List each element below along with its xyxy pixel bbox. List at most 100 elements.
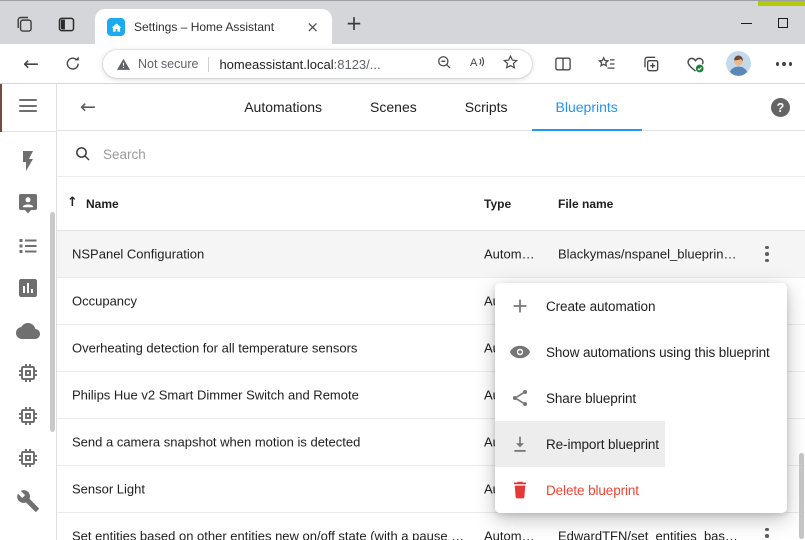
refresh-button[interactable] xyxy=(62,53,84,75)
table-row[interactable]: NSPanel Configuration Autom… Blackymas/n… xyxy=(57,231,805,278)
split-screen-button[interactable] xyxy=(552,53,574,75)
sort-ascending-icon[interactable]: ↑ xyxy=(67,195,78,210)
tab-scripts[interactable]: Scripts xyxy=(441,84,532,131)
plus-icon xyxy=(509,295,531,317)
browser-toolbar: ← Not secure homeassistant.local:8123/..… xyxy=(0,44,805,84)
menu-item-reimport-blueprint[interactable]: Re-import blueprint xyxy=(495,421,665,467)
maximize-button[interactable] xyxy=(772,12,794,34)
row-name: Sensor Light xyxy=(72,482,145,497)
menu-item-delete-blueprint[interactable]: Delete blueprint xyxy=(495,467,645,513)
help-button[interactable]: ? xyxy=(771,98,790,117)
minimize-icon xyxy=(741,23,752,24)
trash-icon xyxy=(509,479,531,501)
url-divider xyxy=(208,57,209,72)
window-edge-artifact xyxy=(0,84,2,132)
not-secure-warning-icon xyxy=(116,57,131,72)
home-assistant-favicon-icon xyxy=(107,18,125,36)
sidebar-item-energy[interactable] xyxy=(16,149,40,173)
new-tab-button[interactable]: + xyxy=(341,10,367,36)
avatar-photo xyxy=(726,51,751,76)
sidebar-item-chip-1[interactable] xyxy=(16,361,40,385)
not-secure-label: Not secure xyxy=(138,57,198,71)
menu-item-show-automations[interactable]: Show automations using this blueprint xyxy=(495,329,776,375)
tab-scenes[interactable]: Scenes xyxy=(346,84,441,131)
collections-add-icon xyxy=(641,54,661,74)
row-name: NSPanel Configuration xyxy=(72,247,204,262)
arrow-left-icon: ← xyxy=(23,55,39,74)
row-context-menu: Create automation Show automations using… xyxy=(495,283,787,513)
column-header-type[interactable]: Type xyxy=(484,197,511,211)
zoom-out-button[interactable] xyxy=(435,53,454,75)
sidebar-item-chip-2[interactable] xyxy=(16,404,40,428)
nav-tabs: Automations Scenes Scripts Blueprints xyxy=(57,84,805,131)
url-host: homeassistant.local xyxy=(219,57,333,72)
more-vertical-icon xyxy=(765,528,769,540)
row-name: Send a camera snapshot when motion is de… xyxy=(72,435,360,450)
more-horizontal-icon xyxy=(776,62,793,66)
more-vertical-icon xyxy=(765,246,769,263)
help-icon: ? xyxy=(777,101,785,115)
column-header-file[interactable]: File name xyxy=(558,197,613,211)
menu-item-share-blueprint[interactable]: Share blueprint xyxy=(495,375,642,421)
tab-title: Settings – Home Assistant xyxy=(134,20,301,34)
maximize-icon xyxy=(778,18,788,28)
row-name: Overheating detection for all temperatur… xyxy=(72,341,357,356)
wrench-icon xyxy=(16,489,40,513)
collections-button[interactable] xyxy=(640,53,662,75)
favorite-star-button[interactable] xyxy=(501,53,520,75)
history-chart-icon xyxy=(16,276,40,300)
search-row xyxy=(57,132,805,177)
sidebar-item-chip-3[interactable] xyxy=(16,446,40,470)
lightning-icon xyxy=(16,149,40,173)
cloud-icon xyxy=(16,319,40,343)
sidebar-item-map[interactable] xyxy=(16,191,40,215)
chip-icon xyxy=(16,361,40,385)
split-screen-icon xyxy=(553,54,573,74)
read-aloud-icon: A xyxy=(468,53,487,72)
browser-tab[interactable]: Settings – Home Assistant × xyxy=(95,9,332,45)
ha-header: ← Automations Scenes Scripts Blueprints … xyxy=(57,84,805,131)
person-badge-icon xyxy=(16,191,40,215)
column-header-name[interactable]: Name xyxy=(86,197,119,211)
browser-essentials-button[interactable] xyxy=(684,53,706,75)
table-row[interactable]: Set entities based on other entities new… xyxy=(57,513,805,540)
table-header: ↑ Name Type File name xyxy=(57,177,805,231)
tab-layout-icon[interactable] xyxy=(55,13,77,35)
star-icon xyxy=(501,53,520,72)
menu-item-create-automation[interactable]: Create automation xyxy=(495,283,661,329)
row-overflow-menu-button[interactable] xyxy=(755,524,779,540)
tab-close-icon[interactable]: × xyxy=(301,18,324,36)
row-type: Autom… xyxy=(484,247,548,262)
search-icon xyxy=(74,145,92,163)
sidebar-scrollbar[interactable] xyxy=(50,212,55,432)
download-icon xyxy=(509,433,531,455)
sidebar-item-todo-list[interactable] xyxy=(16,234,40,258)
read-aloud-button[interactable]: A xyxy=(468,53,487,75)
sidebar-divider xyxy=(0,131,57,132)
page-scrollbar[interactable] xyxy=(799,453,804,539)
eye-icon xyxy=(509,341,531,363)
sidebar-item-tools[interactable] xyxy=(16,489,40,513)
address-bar[interactable]: Not secure homeassistant.local:8123/... … xyxy=(103,50,532,78)
workspaces-icon[interactable] xyxy=(13,13,35,35)
search-input[interactable] xyxy=(103,147,423,162)
profile-avatar[interactable] xyxy=(726,51,751,76)
sidebar-item-cloud[interactable] xyxy=(16,319,40,343)
ha-sidebar xyxy=(0,84,57,540)
settings-more-button[interactable] xyxy=(773,53,795,75)
tab-automations[interactable]: Automations xyxy=(220,84,346,131)
top-accent-strip xyxy=(758,1,805,6)
row-name: Philips Hue v2 Smart Dimmer Switch and R… xyxy=(72,388,359,403)
row-file: EdwardTFN/set_entities_bas… xyxy=(558,529,763,540)
back-button[interactable]: ← xyxy=(20,53,42,75)
minimize-button[interactable] xyxy=(735,12,757,34)
favorites-button[interactable] xyxy=(596,53,618,75)
sidebar-menu-button[interactable] xyxy=(19,99,37,115)
svg-text:A: A xyxy=(470,57,478,69)
chip-icon xyxy=(16,404,40,428)
refresh-icon xyxy=(63,54,83,74)
row-overflow-menu-button[interactable] xyxy=(755,242,779,266)
browser-titlebar: Settings – Home Assistant × + xyxy=(0,0,805,44)
tab-blueprints[interactable]: Blueprints xyxy=(532,84,642,131)
sidebar-item-history[interactable] xyxy=(16,276,40,300)
